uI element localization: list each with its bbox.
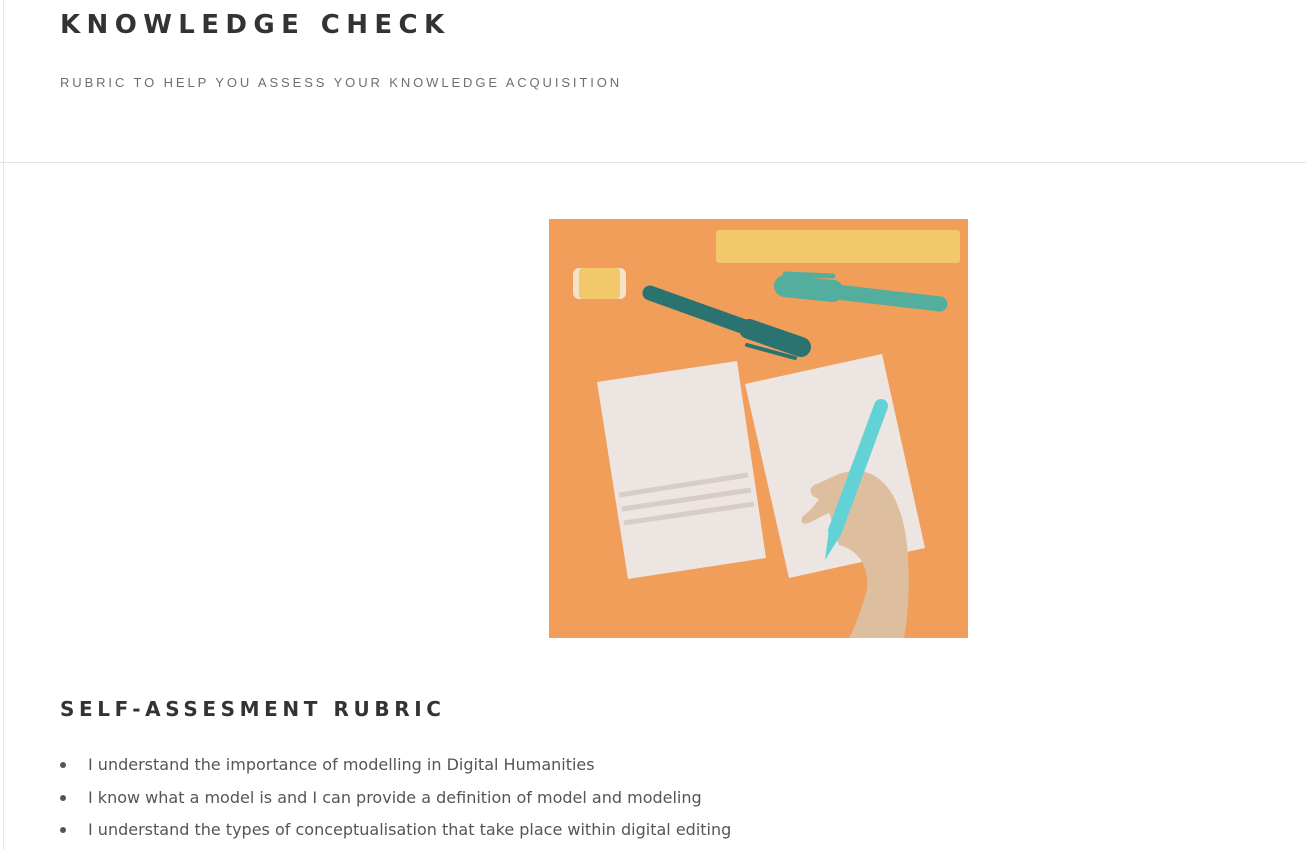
- page-title: KNOWLEDGE CHECK: [60, 10, 451, 40]
- bullet-icon: [60, 762, 66, 768]
- bullet-icon: [60, 827, 66, 833]
- list-item-text: I know what a model is and I can provide…: [88, 787, 702, 807]
- bullet-icon: [60, 794, 66, 801]
- desk-writing-illustration: [549, 219, 968, 638]
- rubric-list: I understand the importance of modelling…: [60, 752, 731, 850]
- page-subtitle: RUBRIC TO HELP YOU ASSESS YOUR KNOWLEDGE…: [60, 75, 623, 90]
- list-item: I understand the types of conceptualisat…: [60, 817, 731, 850]
- list-item: I understand the importance of modelling…: [60, 752, 731, 785]
- page-header: KNOWLEDGE CHECK RUBRIC TO HELP YOU ASSES…: [0, 0, 1306, 163]
- ruler-shape: [716, 230, 960, 263]
- list-item: I know what a model is and I can provide…: [60, 785, 731, 818]
- list-item-text: I understand the types of conceptualisat…: [88, 820, 732, 839]
- eraser-icon: [573, 268, 626, 299]
- rubric-title: SELF-ASSESMENT RUBRIC: [60, 697, 446, 721]
- list-item-text: I understand the importance of modelling…: [88, 755, 595, 774]
